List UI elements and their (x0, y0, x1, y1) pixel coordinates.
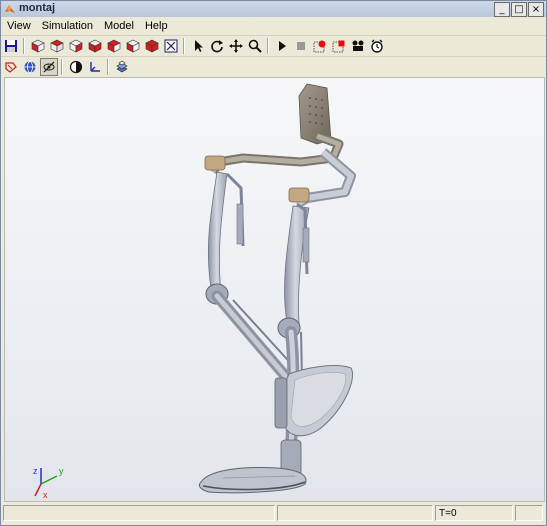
view-right-button[interactable] (105, 37, 123, 55)
menu-bar: View Simulation Model Help (1, 18, 546, 35)
cube-view-icon (31, 39, 45, 53)
zoom-icon (248, 39, 262, 53)
globe-button[interactable] (21, 58, 39, 76)
camera-icon (352, 40, 364, 51)
shading-icon (69, 60, 83, 74)
status-bar: T=0 (1, 502, 546, 525)
display-mode-button[interactable] (2, 58, 20, 76)
minimize-button[interactable]: _ (494, 2, 510, 17)
save-icon (5, 40, 17, 52)
view-isometric-button[interactable] (29, 37, 47, 55)
view-front-button[interactable] (48, 37, 66, 55)
cube-right-icon (107, 39, 121, 53)
menu-model[interactable]: Model (98, 18, 139, 35)
cube-back-icon (69, 39, 83, 53)
cube-bottom-icon (145, 39, 159, 53)
right-foot (198, 439, 307, 494)
save-button[interactable] (2, 37, 20, 55)
menu-simulation[interactable]: Simulation (36, 18, 98, 35)
close-button[interactable]: × (528, 2, 544, 17)
rotate-icon (211, 40, 223, 53)
maximize-button[interactable]: □ (511, 2, 527, 17)
stop-simulation-button[interactable] (292, 37, 310, 55)
start-recording-button[interactable] (311, 37, 329, 55)
menu-view[interactable]: View (1, 18, 36, 35)
toolbar-separator (183, 38, 185, 54)
rotate-button[interactable] (208, 37, 226, 55)
hip-frame (204, 131, 356, 209)
menu-help[interactable]: Help (139, 18, 173, 35)
toolbar-separator (23, 38, 25, 54)
status-info (277, 505, 433, 521)
exoskeleton-model: z y x (33, 83, 356, 500)
cube-left-icon (88, 39, 102, 53)
title-bar: montaj _ □ × (1, 1, 546, 17)
axes-button[interactable] (86, 58, 104, 76)
simulation-time: T=0 (435, 505, 513, 521)
start-simulation-button[interactable] (273, 37, 291, 55)
axis-x-label: x (43, 490, 48, 500)
select-button[interactable] (189, 37, 207, 55)
3d-viewport[interactable]: z y x (4, 77, 545, 502)
window-title: montaj (19, 2, 56, 14)
axis-z-label: z (33, 466, 38, 476)
pan-button[interactable] (227, 37, 245, 55)
toolbar-separator (267, 38, 269, 54)
cube-top-icon (126, 39, 140, 53)
cube-front-icon (50, 39, 64, 53)
display-mode-icon (5, 62, 17, 73)
zoom-button[interactable] (246, 37, 264, 55)
main-toolbar (1, 35, 546, 56)
toolbar-separator (61, 59, 63, 75)
timer-icon (371, 39, 383, 53)
shading-button[interactable] (67, 58, 85, 76)
status-message (3, 505, 275, 521)
axis-y-label: y (59, 466, 64, 476)
left-leg (205, 171, 296, 384)
view-left-button[interactable] (86, 37, 104, 55)
view-bottom-button[interactable] (143, 37, 161, 55)
secondary-toolbar (1, 56, 546, 77)
visibility-toggle-button[interactable] (40, 58, 58, 76)
fit-view-button[interactable] (162, 37, 180, 55)
view-back-button[interactable] (67, 37, 85, 55)
globe-icon (24, 61, 36, 73)
layers-icon (116, 60, 128, 73)
layers-button[interactable] (113, 58, 131, 76)
stop-icon (297, 42, 305, 50)
record-icon (313, 40, 326, 53)
play-icon (279, 41, 286, 51)
camera-button[interactable] (349, 37, 367, 55)
window-controls: _ □ × (494, 2, 544, 17)
stop-recording-button[interactable] (330, 37, 348, 55)
app-window: montaj _ □ × View Simulation Model Help (0, 0, 547, 526)
visibility-icon (43, 61, 55, 73)
record-stop-icon (332, 40, 345, 53)
pan-icon (229, 39, 243, 53)
toolbar-separator (107, 59, 109, 75)
pointer-icon (195, 40, 203, 52)
fit-view-icon (164, 39, 178, 53)
timer-button[interactable] (368, 37, 386, 55)
status-extra (515, 505, 543, 521)
view-top-button[interactable] (124, 37, 142, 55)
matlab-icon (5, 5, 15, 13)
axes-triad: z y x (33, 466, 64, 500)
axes-icon (90, 62, 100, 72)
